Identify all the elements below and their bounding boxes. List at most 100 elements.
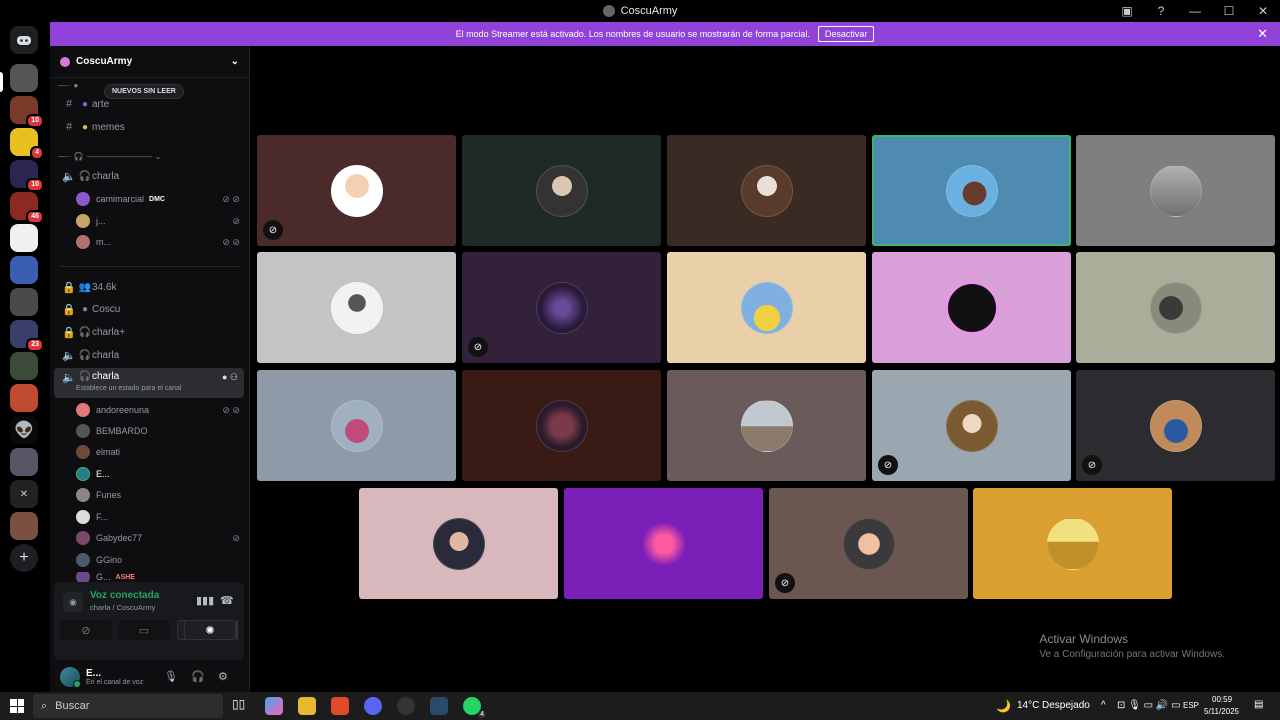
signal-icon[interactable]: ◉ (63, 592, 83, 612)
active-voice-channel[interactable]: 🔈 🎧 charla Establece un estado para el c… (54, 368, 244, 398)
participant-tile[interactable]: ⊘ (462, 252, 661, 363)
weather-temp[interactable]: 14°C (1017, 700, 1039, 711)
tray-chevron-icon[interactable]: ^ (1101, 700, 1106, 711)
user-avatar[interactable] (60, 667, 81, 688)
participant-tile[interactable] (667, 135, 866, 246)
server-icon[interactable] (10, 288, 38, 316)
username[interactable]: E... (86, 668, 143, 679)
channel-arte[interactable]: # ● arte (54, 94, 244, 114)
participant-tile[interactable]: ⊘ (769, 488, 968, 599)
brave-browser-icon[interactable] (331, 697, 349, 715)
server-icon[interactable] (10, 512, 38, 540)
locked-channel[interactable]: 🔒 ● Coscu (54, 299, 244, 319)
participant-tile[interactable] (359, 488, 558, 599)
voice-user[interactable]: G... ASHE (76, 572, 246, 582)
server-icon[interactable] (10, 448, 38, 476)
voice-user[interactable]: j... ⊘ (76, 212, 246, 230)
voice-user[interactable]: camimarcial DMC ⊘ ⊘ (76, 190, 246, 208)
noise-suppression-icon[interactable]: ▮▮▮ (196, 594, 214, 607)
file-explorer-icon[interactable] (298, 697, 316, 715)
alien-server-icon[interactable]: 👽 (10, 416, 38, 444)
server-icon[interactable] (10, 224, 38, 252)
weather-icon[interactable]: 🌙 (996, 699, 1011, 713)
voice-user[interactable]: m... ⊘ ⊘ (76, 233, 246, 251)
add-server-icon[interactable]: + (10, 544, 38, 572)
voice-user[interactable]: F... (76, 508, 246, 526)
participant-tile-speaking[interactable] (872, 135, 1071, 246)
server-icon[interactable] (10, 256, 38, 284)
server-icon[interactable]: 10 (10, 96, 44, 128)
participant-tile[interactable] (462, 370, 661, 481)
participant-tile[interactable]: ⊘ (257, 135, 456, 246)
voice-user[interactable]: Funes (76, 486, 246, 504)
participant-tile[interactable] (462, 135, 661, 246)
app-icon[interactable] (430, 697, 448, 715)
settings-gear-icon[interactable]: ⚙ (218, 670, 228, 683)
voice-channel[interactable]: 🔈 🎧 charla (54, 345, 244, 365)
category-header[interactable]: —·· ● (58, 81, 78, 90)
inbox-icon[interactable]: ▣ (1110, 4, 1144, 18)
microphone-icon[interactable]: 🎙 (164, 670, 178, 683)
discord-home-icon[interactable] (10, 26, 38, 54)
server-icon[interactable]: 46 (10, 192, 44, 224)
participant-tile[interactable] (973, 488, 1172, 599)
whatsapp-icon[interactable]: 4 (463, 697, 486, 718)
locked-voice-channel[interactable]: 🔒 🎧 charla+ (54, 322, 244, 342)
voice-channel-charla[interactable]: 🔈 🎧 charla (54, 166, 244, 186)
server-icon[interactable]: ✕ (10, 480, 38, 508)
participant-tile[interactable] (667, 252, 866, 363)
participant-tile[interactable] (1076, 135, 1275, 246)
participant-tile[interactable] (564, 488, 763, 599)
screen-share-button[interactable]: ▭ (118, 620, 170, 640)
copilot-icon[interactable] (265, 697, 283, 715)
server-icon[interactable] (10, 384, 38, 412)
voice-user[interactable]: BEMBARDO (76, 422, 246, 440)
close-window-button[interactable]: ✕ (1246, 4, 1280, 18)
voice-channel-path[interactable]: charla / CoscuArmy (90, 603, 155, 612)
voice-status[interactable]: Voz conectada (90, 590, 159, 601)
channel-memes[interactable]: # ● memes (54, 117, 244, 137)
disconnect-icon[interactable]: ☎ (220, 594, 234, 607)
maximize-button[interactable]: ☐ (1212, 4, 1246, 18)
input-language[interactable]: ESP (1183, 701, 1199, 710)
voice-user[interactable]: Gabydec77 ⊘ (76, 529, 246, 547)
server-icon[interactable]: 23 (10, 320, 44, 352)
taskbar-search[interactable]: ⌕ Buscar (33, 694, 223, 718)
participant-tile[interactable] (257, 252, 456, 363)
discord-taskbar-icon[interactable] (364, 697, 382, 715)
soundboard-button[interactable]: ✺ (184, 620, 236, 640)
participant-tile[interactable] (667, 370, 866, 481)
voice-user[interactable]: andoreenuna ⊘ ⊘ (76, 401, 246, 419)
server-icon[interactable]: 10 (10, 160, 44, 192)
voice-user-self[interactable]: E... (76, 465, 246, 483)
notification-icon[interactable]: ▤ (1254, 699, 1263, 710)
participant-tile[interactable] (257, 370, 456, 481)
tray-icons[interactable]: ⊡ 🎙 ▭ 🔊 ▭ (1117, 700, 1181, 711)
weather-desc[interactable]: Despejado (1042, 700, 1090, 711)
server-icon-coscuarmy[interactable] (10, 64, 38, 92)
server-header[interactable]: CoscuArmy ⌄ (50, 46, 249, 78)
category-header[interactable]: —·· 🎧 ·———————— ⌄ (58, 152, 161, 161)
close-icon[interactable]: ✕ (1257, 26, 1268, 42)
clock-date[interactable]: 5/11/2025 (1204, 707, 1239, 716)
headphones-icon[interactable]: 🎧 (191, 670, 205, 683)
deactivate-button[interactable]: Desactivar (817, 26, 875, 42)
minimize-button[interactable]: — (1178, 4, 1212, 18)
channel-status[interactable]: Establece un estado para el canal (76, 385, 181, 392)
help-icon[interactable]: ? (1144, 4, 1178, 18)
voice-user[interactable]: GGino (76, 551, 246, 569)
task-view-icon[interactable]: ▯▯ (232, 697, 250, 715)
participant-tile[interactable]: ⊘ (872, 370, 1071, 481)
voice-user[interactable]: elmati (76, 443, 246, 461)
participant-tile[interactable]: ⊘ (1076, 370, 1275, 481)
server-icon[interactable]: 4 (10, 128, 44, 160)
clock-time[interactable]: 00:59 (1212, 695, 1232, 704)
participant-tile[interactable] (1076, 252, 1275, 363)
server-icon[interactable] (10, 352, 38, 380)
obs-icon[interactable] (397, 697, 415, 715)
windows-start-icon[interactable] (10, 699, 24, 713)
camera-off-button[interactable]: ⊘ (60, 620, 112, 640)
locked-channel[interactable]: 🔒 👥 34.6k (54, 277, 244, 297)
chat-and-invite-icon[interactable]: ● ⚇ (222, 372, 238, 383)
participant-tile[interactable] (872, 252, 1071, 363)
